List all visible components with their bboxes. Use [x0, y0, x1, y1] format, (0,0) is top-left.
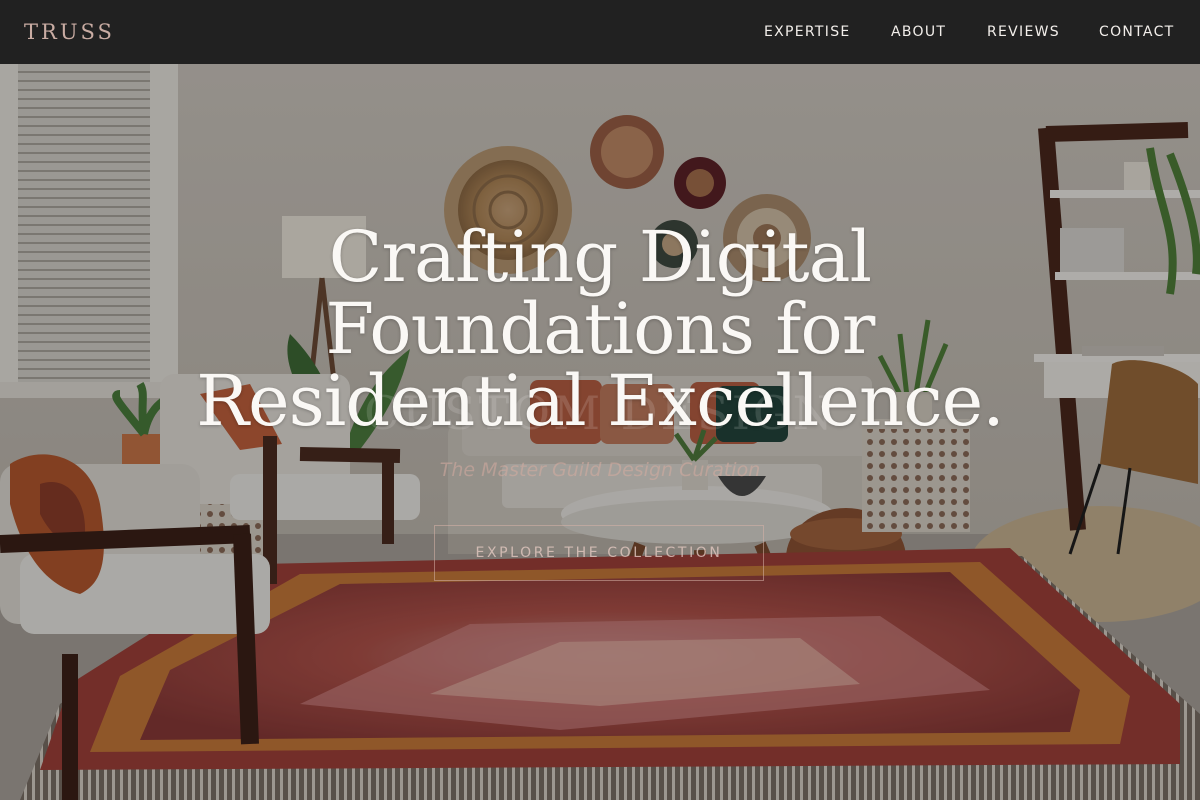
hero-section: CUSTOM DESIGN Crafting Digital Foundatio…: [0, 64, 1200, 800]
hero-title-line-2: Foundations for: [325, 288, 875, 370]
nav-link-expertise[interactable]: EXPERTISE: [764, 23, 851, 41]
hero-title-line-3: Residential Excellence.: [196, 360, 1004, 442]
hero-title-line-1: Crafting Digital: [328, 216, 872, 298]
brand-logo[interactable]: TRUSS: [24, 19, 115, 45]
hero-tagline: The Master Guild Design Curation: [439, 459, 761, 481]
nav-link-about[interactable]: ABOUT: [891, 23, 946, 41]
top-navigation-bar: TRUSS EXPERTISE ABOUT REVIEWS CONTACT: [0, 0, 1200, 64]
explore-collection-button[interactable]: EXPLORE THE COLLECTION: [434, 525, 764, 581]
nav-link-contact[interactable]: CONTACT: [1099, 23, 1175, 41]
hero-title: Crafting Digital Foundations for Residen…: [150, 221, 1050, 437]
nav-link-reviews[interactable]: REVIEWS: [987, 23, 1060, 41]
